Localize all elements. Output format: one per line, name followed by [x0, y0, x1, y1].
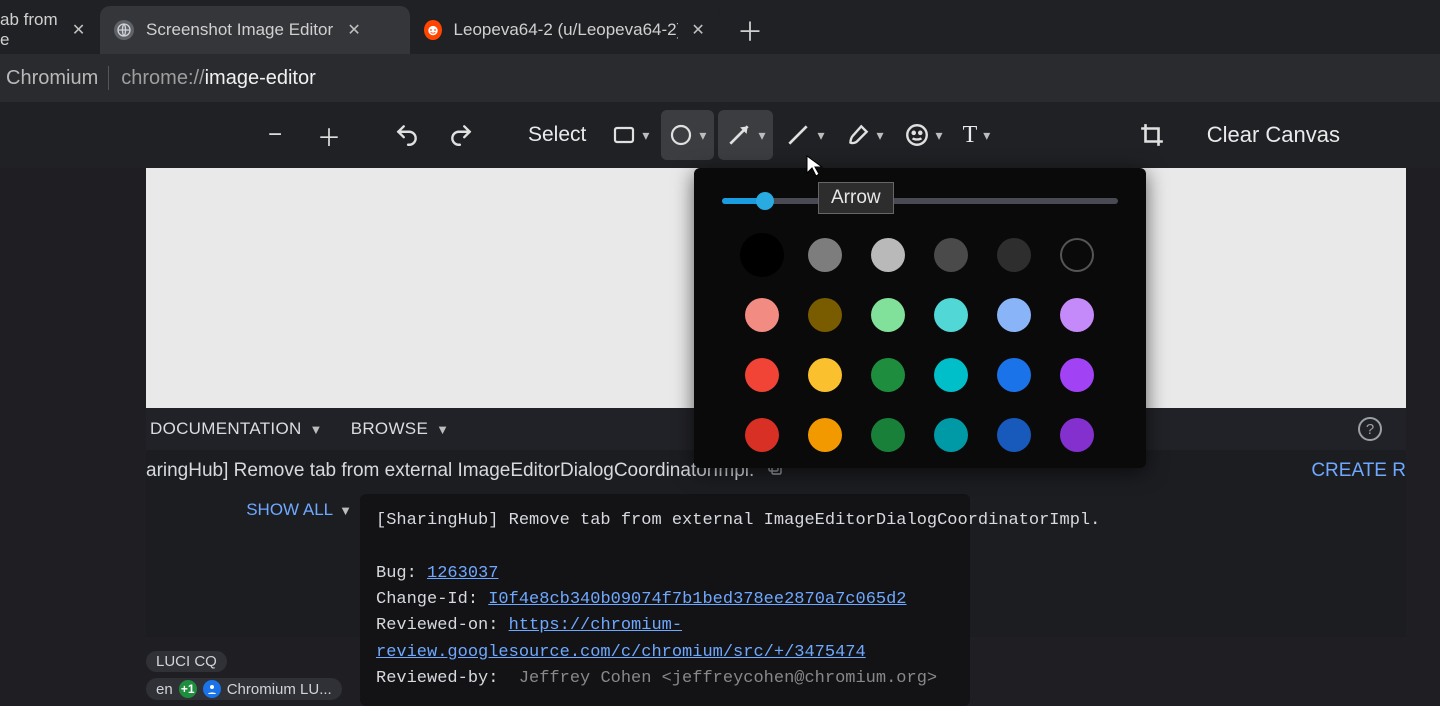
- color-swatch[interactable]: [745, 298, 779, 332]
- arrow-tool[interactable]: ▾: [718, 110, 773, 160]
- color-swatch[interactable]: [1060, 358, 1094, 392]
- slider-thumb[interactable]: [756, 192, 774, 210]
- change-title: aringHub] Remove tab from external Image…: [146, 460, 754, 482]
- reviewer-chips: LUCI CQ en +1 Chromium LU...: [146, 651, 342, 700]
- commit-message: [SharingHub] Remove tab from external Im…: [360, 494, 970, 706]
- redo-button[interactable]: [436, 110, 486, 160]
- plus-one-badge: +1: [179, 680, 197, 698]
- url-scheme: chrome://: [121, 67, 204, 90]
- reviewed-link-2[interactable]: review.googlesource.com/c/chromium/src/+…: [376, 643, 866, 662]
- color-swatch[interactable]: [808, 298, 842, 332]
- zoom-in-button[interactable]: ＋: [304, 110, 354, 160]
- color-swatch[interactable]: [934, 358, 968, 392]
- color-swatch[interactable]: [997, 418, 1031, 452]
- product-label: Chromium: [6, 67, 108, 90]
- color-swatch[interactable]: [808, 358, 842, 392]
- url-path: image-editor: [205, 67, 316, 90]
- help-icon[interactable]: ?: [1358, 417, 1382, 441]
- globe-icon: [114, 20, 134, 40]
- color-swatches: [722, 238, 1118, 452]
- chevron-down-icon[interactable]: ▾: [936, 127, 943, 144]
- color-swatch[interactable]: [808, 238, 842, 272]
- color-swatch[interactable]: [1060, 418, 1094, 452]
- emoji-icon: [904, 122, 930, 148]
- tab-label: Screenshot Image Editor: [146, 20, 333, 40]
- brush-icon: [845, 122, 871, 148]
- create-link[interactable]: CREATE R: [1311, 460, 1406, 482]
- chevron-down-icon[interactable]: ▾: [642, 127, 649, 144]
- show-all-toggle[interactable]: SHOW ALL▼: [146, 500, 360, 520]
- ellipse-icon: [669, 123, 693, 147]
- brush-tool[interactable]: ▾: [837, 110, 892, 160]
- menu-documentation[interactable]: DOCUMENTATION▼: [150, 419, 323, 439]
- color-swatch[interactable]: [808, 418, 842, 452]
- color-swatch[interactable]: [871, 238, 905, 272]
- slider-track[interactable]: [722, 198, 1118, 204]
- chip-chromium[interactable]: en +1 Chromium LU...: [146, 678, 342, 700]
- tab-partial[interactable]: ab from e ✕: [0, 6, 100, 54]
- chip-luci[interactable]: LUCI CQ: [146, 651, 227, 672]
- color-swatch[interactable]: [871, 418, 905, 452]
- zoom-out-button[interactable]: −: [250, 110, 300, 160]
- bug-link[interactable]: 1263037: [427, 564, 498, 583]
- line-icon: [785, 122, 811, 148]
- ellipse-tool[interactable]: ▾: [661, 110, 714, 160]
- tab-label: Leopeva64-2 (u/Leopeva64-2) - R: [454, 20, 679, 40]
- select-tool[interactable]: Select: [514, 110, 600, 160]
- new-tab-button[interactable]: ＋: [730, 10, 770, 50]
- close-icon[interactable]: ✕: [345, 21, 363, 39]
- address-bar[interactable]: Chromium chrome://image-editor: [0, 54, 1440, 102]
- color-swatch[interactable]: [934, 418, 968, 452]
- undo-button[interactable]: [382, 110, 432, 160]
- avatar-icon: [203, 680, 221, 698]
- emoji-tool[interactable]: ▾: [896, 110, 951, 160]
- arrow-tool-popup: Arrow: [694, 168, 1146, 468]
- text-tool[interactable]: T ▾: [955, 110, 999, 160]
- chevron-down-icon[interactable]: ▾: [817, 127, 824, 144]
- color-swatch[interactable]: [871, 358, 905, 392]
- left-column: SHOW ALL▼ LUCI CQ en +1 Chromium LU...: [146, 492, 360, 706]
- tab-reddit[interactable]: Leopeva64-2 (u/Leopeva64-2) - R ✕: [410, 6, 720, 54]
- color-swatch[interactable]: [740, 233, 784, 277]
- rectangle-tool[interactable]: ▾: [604, 110, 657, 160]
- crop-tool[interactable]: [1127, 110, 1177, 160]
- chevron-down-icon[interactable]: ▾: [699, 127, 706, 144]
- rectangle-icon: [612, 123, 636, 147]
- chip-label: Chromium LU...: [227, 681, 332, 698]
- color-swatch[interactable]: [997, 358, 1031, 392]
- line-tool[interactable]: ▾: [777, 110, 832, 160]
- reviewed-link[interactable]: https://chromium-: [509, 616, 682, 635]
- color-swatch[interactable]: [871, 298, 905, 332]
- tool-tooltip: Arrow: [818, 182, 894, 214]
- color-swatch[interactable]: [745, 358, 779, 392]
- color-swatch[interactable]: [997, 298, 1031, 332]
- separator: [108, 66, 109, 90]
- arrow-icon: [726, 122, 752, 148]
- reddit-icon: [424, 20, 442, 40]
- tab-active[interactable]: Screenshot Image Editor ✕: [100, 6, 410, 54]
- color-swatch[interactable]: [745, 418, 779, 452]
- chevron-down-icon[interactable]: ▾: [877, 127, 884, 144]
- color-swatch[interactable]: [934, 238, 968, 272]
- changeid-link[interactable]: I0f4e8cb340b09074f7b1bed378ee2870a7c065d…: [488, 590, 906, 609]
- thickness-slider[interactable]: Arrow: [722, 186, 1118, 216]
- chevron-down-icon[interactable]: ▾: [758, 127, 765, 144]
- editor-toolbar: − ＋ Select ▾ ▾ ▾ ▾ ▾ ▾ T ▾ Clear Canvas: [0, 102, 1440, 168]
- clear-canvas-button[interactable]: Clear Canvas: [1191, 122, 1356, 148]
- color-swatch[interactable]: [1060, 238, 1094, 272]
- color-swatch[interactable]: [1060, 298, 1094, 332]
- menu-browse[interactable]: BROWSE▼: [351, 419, 450, 439]
- text-icon: T: [963, 122, 978, 149]
- color-swatch[interactable]: [934, 298, 968, 332]
- close-icon[interactable]: ✕: [71, 21, 86, 39]
- close-icon[interactable]: ✕: [690, 21, 706, 39]
- color-swatch[interactable]: [997, 238, 1031, 272]
- tab-label: ab from e: [0, 10, 59, 50]
- chip-prefix: en: [156, 681, 173, 698]
- chevron-down-icon[interactable]: ▾: [983, 127, 990, 144]
- tab-strip: ab from e ✕ Screenshot Image Editor ✕ Le…: [0, 0, 1440, 54]
